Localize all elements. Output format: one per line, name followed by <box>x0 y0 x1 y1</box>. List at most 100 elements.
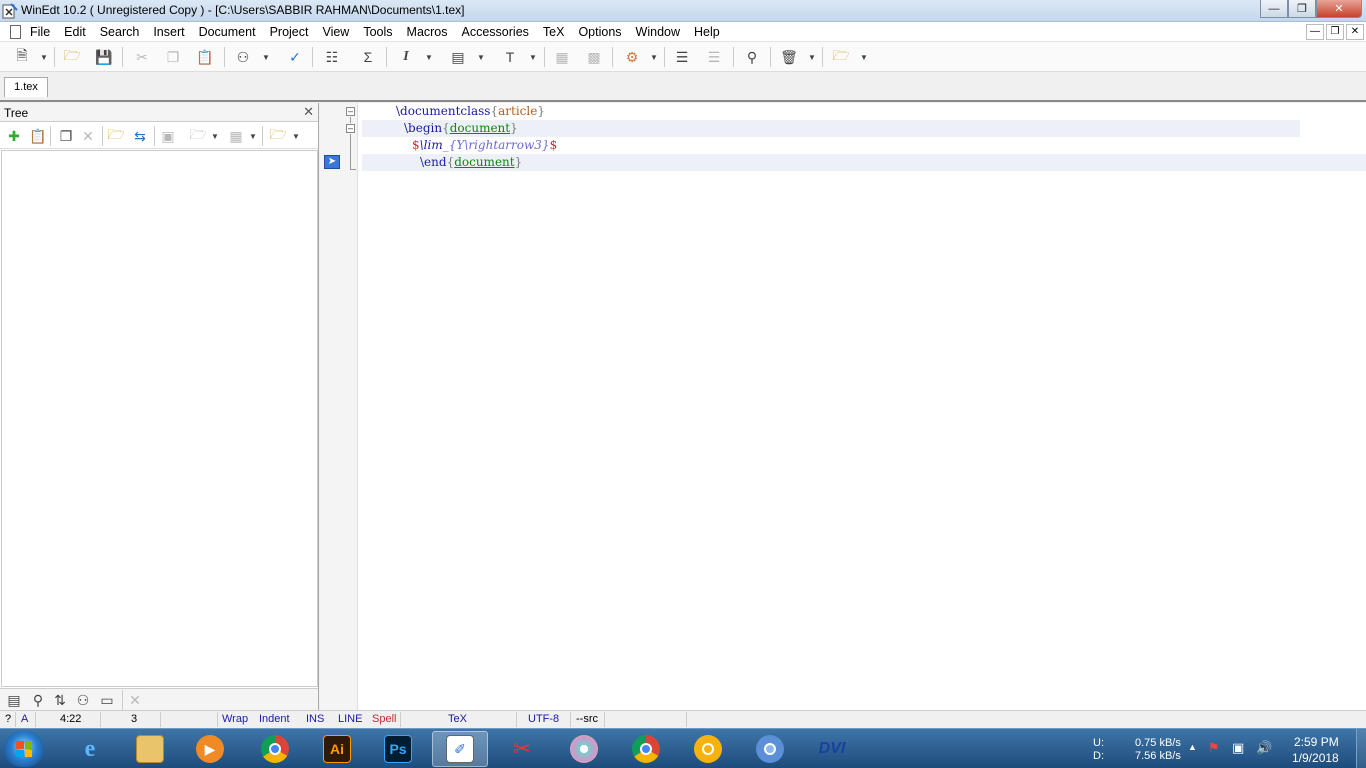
preview-dropdown-icon[interactable]: ▼ <box>650 47 658 67</box>
status-spell[interactable]: Spell <box>372 713 396 725</box>
taskbar-snipping-tool[interactable]: ✂ <box>494 731 550 767</box>
fold-toggle-icon[interactable]: – <box>346 124 355 133</box>
maximize-button[interactable]: ❐ <box>1288 0 1316 18</box>
taskbar-photoshop[interactable]: Ps <box>370 731 426 767</box>
menu-file[interactable]: File <box>30 25 50 39</box>
taskbar-yap-dvi-viewer[interactable]: DVI <box>804 731 860 767</box>
taskbar-internet-explorer[interactable]: e <box>62 731 118 767</box>
copy-icon[interactable]: ❐ <box>163 47 183 67</box>
status-indent[interactable]: Indent <box>259 713 290 725</box>
taskbar-chromium[interactable] <box>742 731 798 767</box>
tree-list-icon[interactable]: ▤ <box>4 690 24 710</box>
menu-options[interactable]: Options <box>578 25 621 39</box>
menu-help[interactable]: Help <box>694 25 720 39</box>
tree-structure-icon[interactable]: ☷ <box>322 47 342 67</box>
tree-folder-icon[interactable]: ▦ <box>226 126 246 146</box>
code-line-2[interactable]: \begin{document} <box>404 120 518 137</box>
menu-tools[interactable]: Tools <box>363 25 392 39</box>
clock-time[interactable]: 2:59 PM <box>1294 735 1339 749</box>
italic-dropdown-icon[interactable]: ▼ <box>425 47 433 67</box>
tree-search-icon[interactable]: ⚲ <box>28 690 48 710</box>
tree-folder-dropdown-icon[interactable]: ▼ <box>249 126 257 146</box>
insert-image-icon[interactable]: ▤ <box>448 47 468 67</box>
taskbar-chrome-canary[interactable] <box>680 731 736 767</box>
tree-panel-close-icon[interactable]: ✕ <box>303 104 314 120</box>
tree-import-icon[interactable]: 🗁 <box>106 126 126 146</box>
mdi-restore-button[interactable]: ❐ <box>1326 24 1344 40</box>
save-icon[interactable]: 💾 <box>94 47 114 67</box>
sum-symbol-icon[interactable]: Σ <box>358 47 378 67</box>
status-tex-mode[interactable]: TeX <box>448 713 467 725</box>
tree-monitor-icon[interactable]: ▭ <box>97 690 117 710</box>
taskbar-chrome-beta[interactable] <box>618 731 674 767</box>
action-center-flag-icon[interactable]: ⚑ <box>1208 740 1220 756</box>
fold-toggle-icon[interactable]: – <box>346 107 355 116</box>
taskbar-file-explorer[interactable] <box>122 731 178 767</box>
menu-accessories[interactable]: Accessories <box>462 25 529 39</box>
status-line-mode[interactable]: LINE <box>338 713 362 725</box>
trash-dropdown-icon[interactable]: ▼ <box>808 47 816 67</box>
volume-icon[interactable]: 🔊 <box>1256 740 1272 756</box>
menu-macros[interactable]: Macros <box>407 25 448 39</box>
tree-window-icon[interactable]: ▣ <box>158 126 178 146</box>
find-dropdown-icon[interactable]: ▼ <box>262 47 270 67</box>
tab-1-tex[interactable]: 1.tex <box>4 77 48 97</box>
menu-search[interactable]: Search <box>100 25 140 39</box>
search-magnifier-icon[interactable]: ⚲ <box>742 47 762 67</box>
tree-add-icon[interactable]: ✚ <box>4 126 24 146</box>
tex-typeset-icon[interactable]: T <box>500 47 520 67</box>
taskbar-winedt[interactable]: ✐ <box>432 731 488 767</box>
status-mode[interactable]: A <box>21 713 28 725</box>
tree-sort-icon[interactable]: ⇅ <box>50 690 70 710</box>
close-button[interactable]: ✕ <box>1316 0 1362 18</box>
tree-close-icon[interactable]: ✕ <box>125 690 145 710</box>
clock-date[interactable]: 1/9/2018 <box>1292 751 1339 765</box>
tree-delete-icon[interactable]: ✕ <box>78 126 98 146</box>
show-hidden-icons-icon[interactable]: ▲ <box>1188 742 1197 752</box>
menu-view[interactable]: View <box>322 25 349 39</box>
tree-refresh-icon[interactable]: ⇆ <box>130 126 150 146</box>
document-menu-icon[interactable] <box>10 25 21 39</box>
menu-project[interactable]: Project <box>270 25 309 39</box>
code-line-3[interactable]: $\lim_{Y\rightarrow3}$ <box>412 137 557 154</box>
menu-edit[interactable]: Edit <box>64 25 86 39</box>
editor-pane[interactable]: – – ➤ \documentclass{article} \begin{doc… <box>320 103 1366 710</box>
network-icon[interactable]: ▣ <box>1232 740 1244 756</box>
menu-insert[interactable]: Insert <box>153 25 184 39</box>
image-dropdown-icon[interactable]: ▼ <box>477 47 485 67</box>
tree-open-icon[interactable]: 🗁 <box>188 126 208 146</box>
pdf-icon[interactable]: ▦ <box>552 47 572 67</box>
taskbar-media-player[interactable]: ▶ <box>182 731 238 767</box>
tree-project-dropdown-icon[interactable]: ▼ <box>292 126 300 146</box>
status-insert-mode[interactable]: INS <box>306 713 324 725</box>
typeset-dropdown-icon[interactable]: ▼ <box>529 47 537 67</box>
code-line-1[interactable]: \documentclass{article} <box>396 103 545 120</box>
tree-view[interactable] <box>1 150 318 687</box>
taskbar-chrome[interactable] <box>247 731 303 767</box>
status-wrap[interactable]: Wrap <box>222 713 248 725</box>
menu-document[interactable]: Document <box>199 25 256 39</box>
open-folder-icon[interactable]: 🗁 <box>62 47 82 67</box>
code-line-4[interactable]: \end{document} <box>420 154 522 171</box>
compile-all-icon[interactable]: ☰ <box>672 47 692 67</box>
italic-icon[interactable]: I <box>396 47 416 67</box>
project-dropdown-icon[interactable]: ▼ <box>860 47 868 67</box>
tree-copy-icon[interactable]: ❐ <box>56 126 76 146</box>
project-folder-icon[interactable]: 🗁 <box>831 47 851 67</box>
status-src[interactable]: --src <box>576 713 598 725</box>
trash-icon[interactable]: 🗑 <box>779 47 799 67</box>
tree-project-icon[interactable]: 🗁 <box>268 126 288 146</box>
taskbar-paint[interactable] <box>556 731 612 767</box>
minimize-button[interactable]: — <box>1260 0 1288 18</box>
paste-icon[interactable]: 📋 <box>195 47 215 67</box>
status-encoding[interactable]: UTF-8 <box>528 713 559 725</box>
status-help[interactable]: ? <box>5 713 11 725</box>
find-binoculars-icon[interactable]: ⚇ <box>233 47 253 67</box>
menu-window[interactable]: Window <box>636 25 680 39</box>
taskbar-illustrator[interactable]: Ai <box>309 731 365 767</box>
mdi-minimize-button[interactable]: — <box>1306 24 1324 40</box>
new-file-dropdown-icon[interactable]: ▼ <box>40 47 48 67</box>
spell-check-icon[interactable]: ✓ <box>285 47 305 67</box>
mdi-close-button[interactable]: ✕ <box>1346 24 1364 40</box>
menu-tex[interactable]: TeX <box>543 25 565 39</box>
